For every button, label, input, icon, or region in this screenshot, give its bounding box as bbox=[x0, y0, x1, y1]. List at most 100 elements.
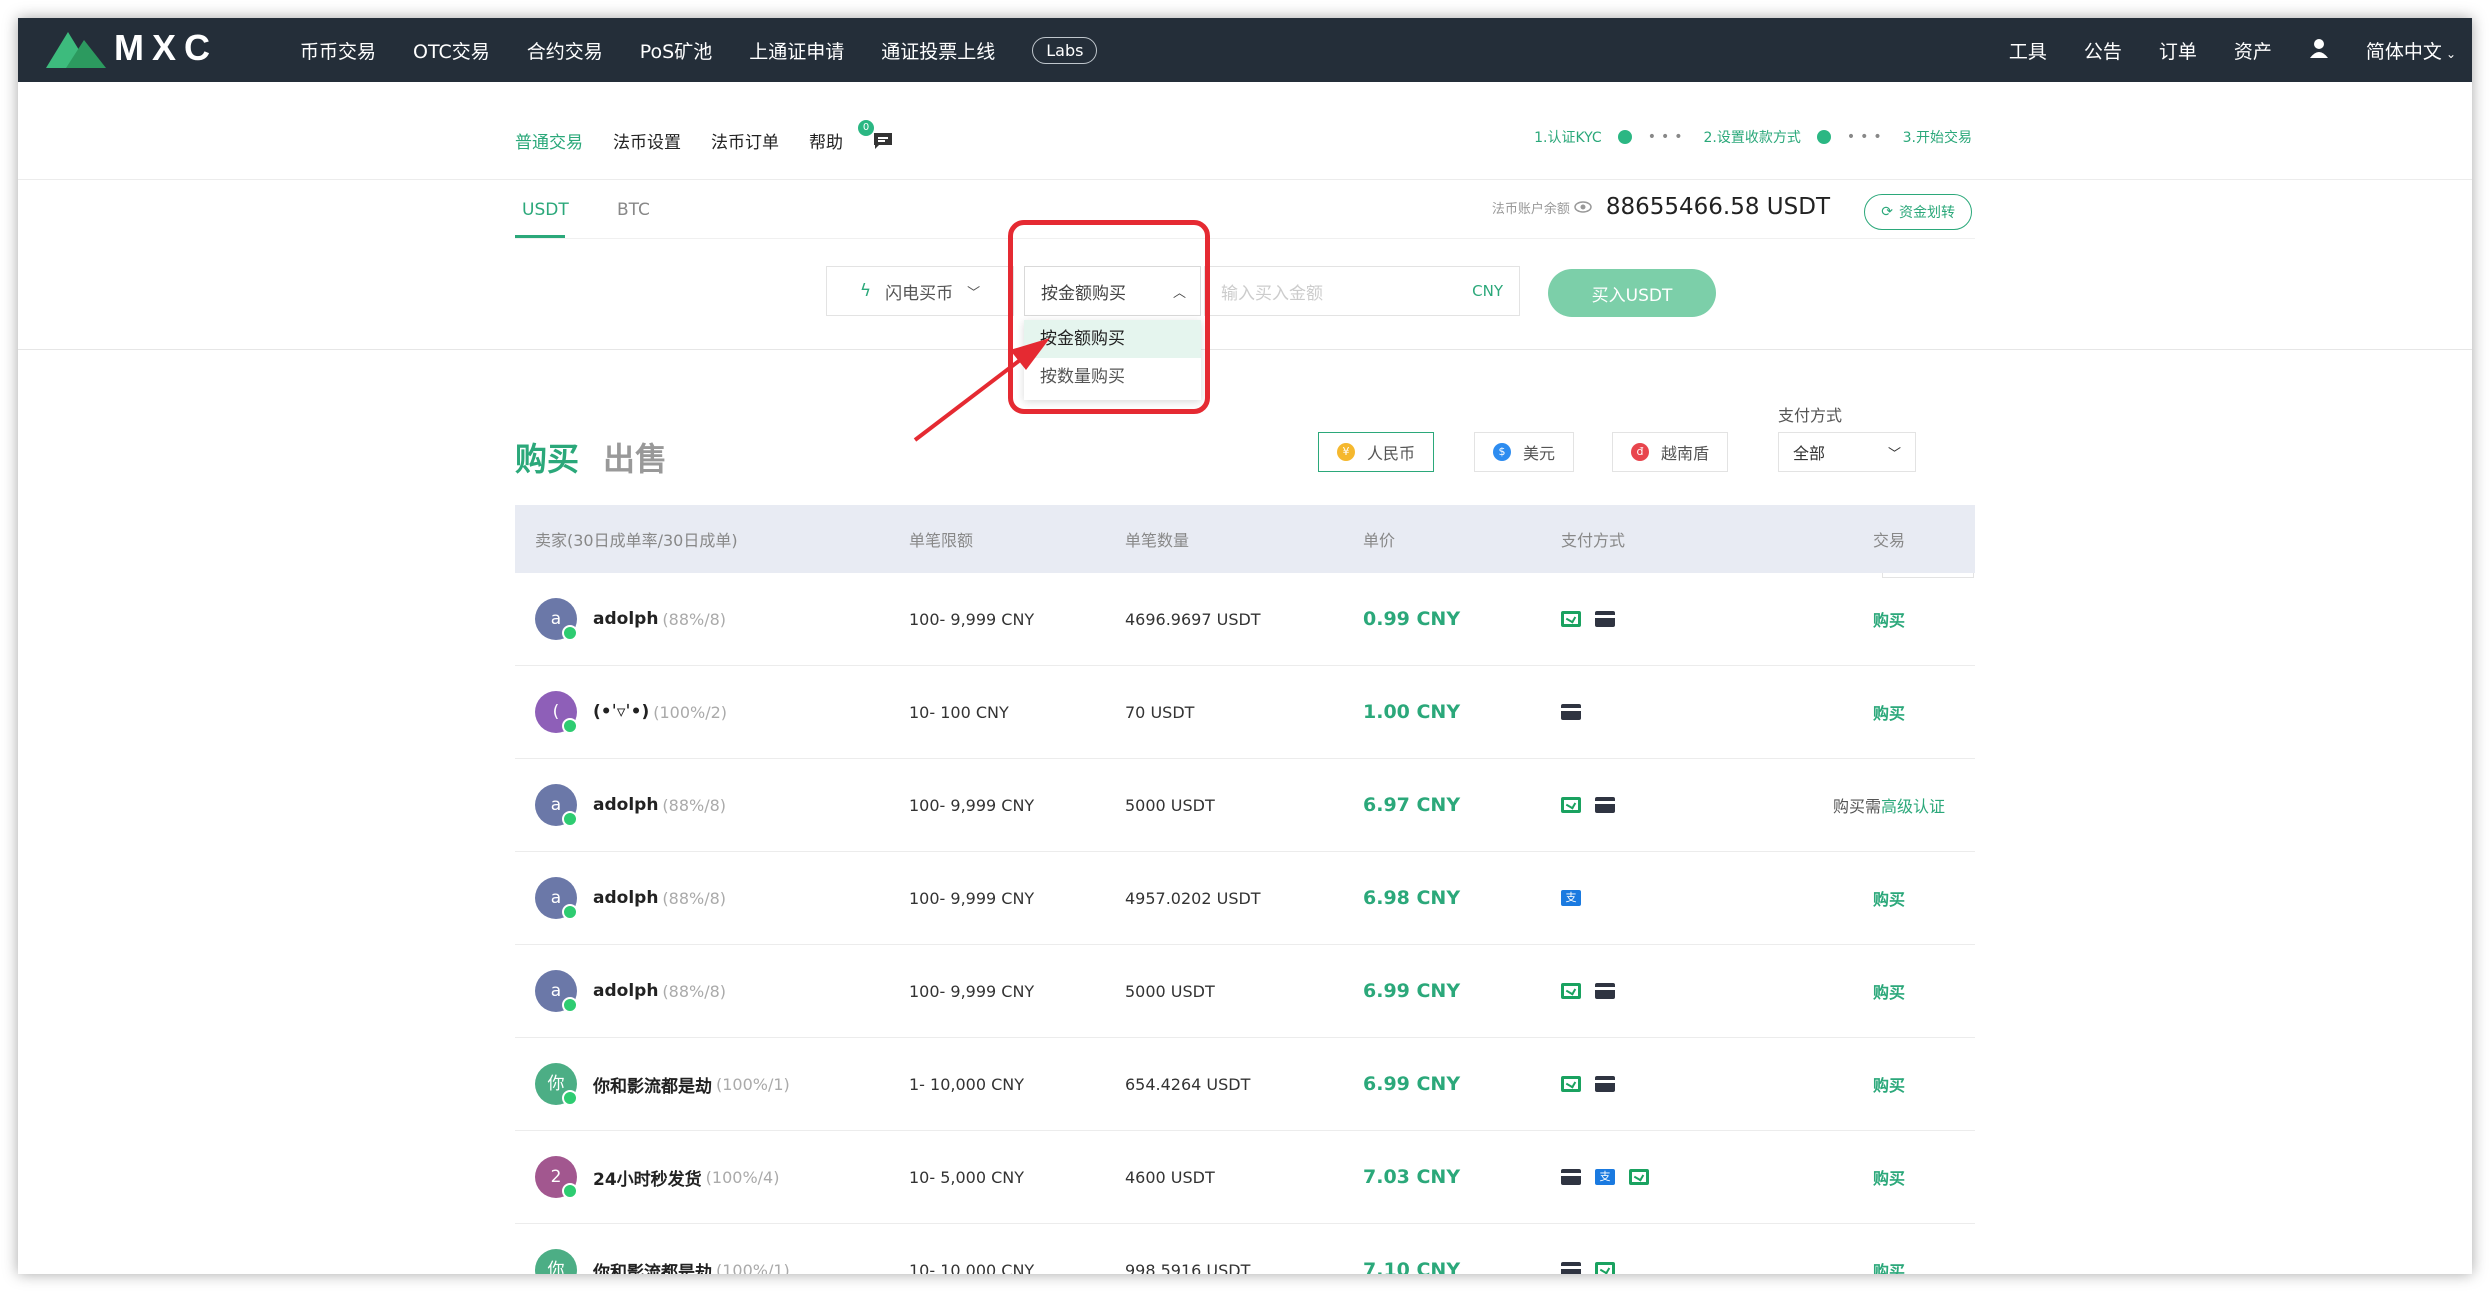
amount-input[interactable]: 输入买入金额 CNY bbox=[1204, 266, 1520, 316]
nav-assets[interactable]: 资产 bbox=[2234, 37, 2272, 64]
seller-name[interactable]: adolph bbox=[593, 795, 658, 815]
limit-cell: 10- 10,000 CNY bbox=[909, 1260, 1035, 1275]
payment-cell bbox=[1561, 611, 1803, 627]
buy-button[interactable]: 购买 bbox=[1873, 704, 1905, 723]
currency-label: 美元 bbox=[1523, 444, 1556, 463]
avatar: a bbox=[535, 784, 578, 827]
seller-name[interactable]: 你和影流都是劫 bbox=[593, 1072, 712, 1097]
trade-cell: 购买 bbox=[1803, 979, 1975, 1003]
seller-stats: (100%/4) bbox=[705, 1167, 780, 1187]
quantity-cell: 70 USDT bbox=[1125, 702, 1195, 722]
kyc-steps: 1.认证KYC ••• 2.设置收款方式 ••• 3.开始交易 bbox=[1534, 127, 1972, 147]
seller-cell: a adolph (88%/8) bbox=[515, 598, 909, 641]
step-kyc[interactable]: 1.认证KYC bbox=[1534, 127, 1602, 147]
avatar: a bbox=[535, 598, 578, 641]
language-select[interactable]: 简体中文 ⌄ bbox=[2366, 37, 2456, 64]
buy-button[interactable]: 购买 bbox=[1873, 983, 1905, 1002]
app-window: MXC 币币交易 OTC交易 合约交易 PoS矿池 上通证申请 通证投票上线 L… bbox=[18, 18, 2472, 1274]
trade-cell: 购买 bbox=[1803, 1072, 1975, 1096]
seller-stats: (88%/8) bbox=[662, 888, 727, 908]
col-payment: 支付方式 bbox=[1561, 531, 1626, 550]
currency-tab-cny[interactable]: ¥ 人民币 bbox=[1318, 432, 1435, 472]
dollar-icon: $ bbox=[1493, 443, 1511, 461]
seller-cell: a adolph (88%/8) bbox=[515, 877, 909, 920]
seller-stats: (88%/8) bbox=[662, 795, 727, 815]
right-nav: 工具 公告 订单 资产 简体中文 ⌄ bbox=[1972, 18, 2456, 82]
trade-cell: 购买 bbox=[1803, 607, 1975, 631]
buy-button[interactable]: 购买 bbox=[1873, 890, 1905, 909]
buy-button[interactable]: 购买 bbox=[1873, 1169, 1905, 1188]
currency-tab-usd[interactable]: $ 美元 bbox=[1474, 432, 1575, 472]
step-done-icon bbox=[1816, 130, 1831, 144]
payment-cell bbox=[1561, 797, 1803, 813]
eye-icon[interactable] bbox=[1574, 198, 1592, 217]
seller-stats: (100%/1) bbox=[716, 1260, 790, 1275]
avatar: 你 bbox=[535, 1063, 578, 1106]
bank-icon bbox=[1595, 797, 1615, 813]
amount-currency: CNY bbox=[1472, 282, 1503, 300]
bank-icon bbox=[1595, 1076, 1615, 1092]
buy-button[interactable]: 购买 bbox=[1873, 1262, 1905, 1274]
buy-button[interactable]: 购买 bbox=[1873, 1076, 1905, 1095]
avatar: a bbox=[535, 877, 578, 920]
limit-cell: 1- 10,000 CNY bbox=[909, 1074, 1025, 1094]
bank-icon bbox=[1561, 704, 1581, 720]
price-cell: 6.99 CNY bbox=[1363, 1073, 1461, 1095]
bank-icon bbox=[1595, 611, 1615, 627]
nav-announcements[interactable]: 公告 bbox=[2084, 37, 2122, 64]
seller-cell: 2 24小时秒发货 (100%/4) bbox=[515, 1156, 909, 1199]
table-row: a adolph (88%/8) 100- 9,999 CNY 4957.0202 US… bbox=[515, 852, 1975, 945]
table-row: 你你和影流都是劫 (100%/1) 10- 10,000 CNY 998.5916 U… bbox=[515, 1224, 1975, 1274]
buy-button[interactable]: 购买 bbox=[1873, 611, 1905, 630]
fiat-balance: 法币账户余额 88655466.58 USDT bbox=[1492, 194, 1830, 220]
quantity-cell: 5000 USDT bbox=[1125, 981, 1215, 1001]
bank-icon bbox=[1561, 1169, 1581, 1185]
offers-table: 卖家(30日成单率/30日成单) 单笔限额 单笔数量 单价 支付方式 交易 aa… bbox=[515, 505, 1975, 1274]
seller-name[interactable]: 24小时秒发货 bbox=[593, 1165, 702, 1190]
advanced-verify-link[interactable]: 高级认证 bbox=[1881, 797, 1945, 816]
user-icon[interactable] bbox=[2309, 38, 2329, 63]
seller-name[interactable]: adolph bbox=[593, 981, 658, 1001]
table-row: 2 24小时秒发货 (100%/4) 10- 5,000 CNY 4600 USDT 7.… bbox=[515, 1131, 1975, 1224]
seller-cell: a adolph (88%/8) bbox=[515, 970, 909, 1013]
limit-cell: 10- 100 CNY bbox=[909, 702, 1009, 722]
seller-name[interactable]: adolph bbox=[593, 609, 658, 629]
wechat-icon bbox=[1629, 1169, 1649, 1185]
payment-cell bbox=[1561, 704, 1803, 720]
payment-cell bbox=[1561, 1262, 1803, 1274]
table-row: a adolph (88%/8) 100- 9,999 CNY 5000 USDT 6.9… bbox=[515, 945, 1975, 1038]
seller-name[interactable]: adolph bbox=[593, 888, 658, 908]
step-dots: ••• bbox=[1846, 129, 1887, 145]
payment-filter-select[interactable]: 全部 ﹀ bbox=[1778, 432, 1916, 472]
col-seller: 卖家(30日成单率/30日成单) bbox=[535, 531, 738, 550]
buy-usdt-button[interactable]: 买入USDT bbox=[1548, 269, 1716, 317]
nav-tools[interactable]: 工具 bbox=[2009, 37, 2047, 64]
limit-cell: 100- 9,999 CNY bbox=[909, 795, 1035, 815]
avatar: a bbox=[535, 970, 578, 1013]
dong-icon: đ bbox=[1631, 443, 1649, 461]
payment-filter-label: 支付方式 bbox=[1778, 406, 1843, 425]
quantity-cell: 5000 USDT bbox=[1125, 795, 1215, 815]
transfer-button[interactable]: ⟳ 资金划转 bbox=[1864, 194, 1972, 230]
bank-icon bbox=[1561, 1262, 1581, 1274]
quantity-cell: 654.4264 USDT bbox=[1125, 1074, 1251, 1094]
seller-name[interactable]: (•ˈ▿ˈ•) bbox=[593, 702, 649, 722]
trade-cell: 购买需高级认证 bbox=[1803, 793, 1975, 817]
payment-cell: 支 bbox=[1561, 1169, 1803, 1185]
seller-cell: 你你和影流都是劫 (100%/1) bbox=[515, 1063, 909, 1106]
step-start-trade[interactable]: 3.开始交易 bbox=[1903, 127, 1972, 147]
advanced-verify-note: 购买需高级认证 bbox=[1833, 797, 1945, 816]
col-trade: 交易 bbox=[1872, 531, 1905, 550]
chevron-down-icon: ﹀ bbox=[1887, 446, 1901, 462]
chevron-down-icon: ⌄ bbox=[2445, 46, 2456, 61]
seller-name[interactable]: 你和影流都是劫 bbox=[593, 1258, 712, 1275]
wechat-icon bbox=[1561, 983, 1581, 999]
trade-cell: 购买 bbox=[1803, 886, 1975, 910]
seller-cell: ((•ˈ▿ˈ•) (100%/2) bbox=[515, 691, 909, 734]
step-payment[interactable]: 2.设置收款方式 bbox=[1704, 127, 1801, 147]
price-cell: 7.03 CNY bbox=[1363, 1166, 1461, 1188]
language-label: 简体中文 bbox=[2365, 40, 2442, 63]
nav-orders[interactable]: 订单 bbox=[2159, 37, 2197, 64]
currency-tab-vnd[interactable]: đ 越南盾 bbox=[1612, 432, 1729, 472]
col-price: 单价 bbox=[1363, 531, 1396, 550]
